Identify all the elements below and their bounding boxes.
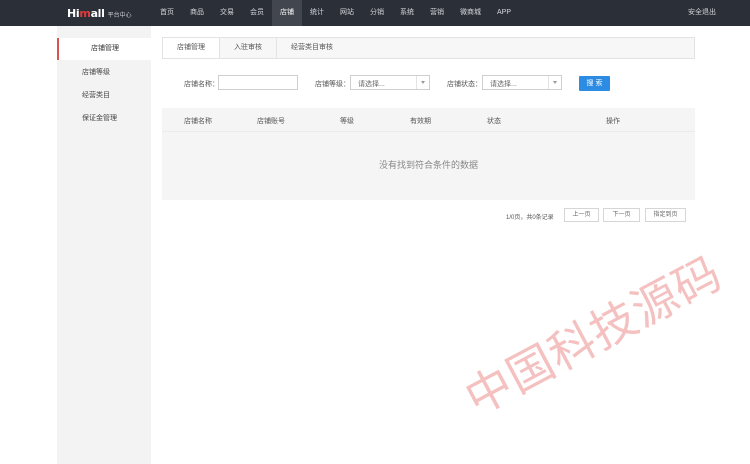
nav-products[interactable]: 商品 [182, 0, 212, 26]
main-nav: 首页 商品 交易 会员 店铺 统计 网站 分销 系统 营销 微商城 APP [152, 0, 519, 26]
nav-trade[interactable]: 交易 [212, 0, 242, 26]
nav-website[interactable]: 网站 [332, 0, 362, 26]
chevron-down-icon [416, 76, 429, 89]
shop-name-label: 店铺名称： [184, 81, 219, 88]
shop-status-value: 请选择... [490, 81, 517, 88]
column-shop-account: 店铺账号 [257, 118, 285, 125]
nav-marketing[interactable]: 营销 [422, 0, 452, 26]
logout-link[interactable]: 安全退出 [688, 0, 716, 26]
shop-level-select[interactable]: 请选择... [350, 75, 430, 90]
tab-bar: 店铺管理 入驻审核 经营类目审核 [162, 37, 695, 59]
shop-name-input[interactable] [218, 75, 298, 90]
nav-statistics[interactable]: 统计 [302, 0, 332, 26]
sidebar-item-deposit[interactable]: 保证金管理 [57, 108, 151, 130]
himall-logo[interactable]: Himall 平台中心 [67, 7, 132, 20]
column-validity: 有效期 [410, 118, 431, 125]
shop-level-label: 店铺等级： [315, 81, 350, 88]
column-status: 状态 [487, 118, 501, 125]
sidebar-item-shop-level[interactable]: 店铺等级 [57, 62, 151, 84]
jump-to-page-button[interactable]: 指定到页 [645, 208, 686, 222]
nav-members[interactable]: 会员 [242, 0, 272, 26]
nav-system[interactable]: 系统 [392, 0, 422, 26]
sidebar-item-shop-management[interactable]: 店铺管理 [57, 38, 151, 60]
sidebar-item-business-category[interactable]: 经营类目 [57, 85, 151, 107]
tab-shop-management[interactable]: 店铺管理 [163, 38, 220, 58]
top-navbar: Himall 平台中心 首页 商品 交易 会员 店铺 统计 网站 分销 系统 营… [0, 0, 750, 26]
table-header: 店铺名称 店铺账号 等级 有效期 状态 操作 [162, 108, 695, 131]
nav-home[interactable]: 首页 [152, 0, 182, 26]
tab-settle-review[interactable]: 入驻审核 [220, 38, 277, 58]
sidebar: 店铺管理 店铺等级 经营类目 保证金管理 [57, 26, 151, 464]
logo-brand: Himall [67, 7, 105, 20]
watermark: 中国科技源码 [456, 245, 731, 426]
shop-status-label: 店铺状态： [447, 81, 482, 88]
nav-wechat-mall[interactable]: 微商城 [452, 0, 489, 26]
prev-page-button[interactable]: 上一页 [564, 208, 599, 222]
column-actions: 操作 [606, 118, 620, 125]
column-level: 等级 [340, 118, 354, 125]
pagination-info: 1/0页，共0条记录 [506, 215, 554, 221]
column-shop-name: 店铺名称 [184, 118, 212, 125]
logo-subtitle: 平台中心 [107, 13, 132, 19]
shop-status-select[interactable]: 请选择... [482, 75, 562, 90]
nav-shops[interactable]: 店铺 [272, 0, 302, 26]
empty-message: 没有找到符合条件的数据 [378, 160, 478, 170]
nav-distribution[interactable]: 分销 [362, 0, 392, 26]
shop-level-value: 请选择... [358, 81, 385, 88]
chevron-down-icon [548, 76, 561, 89]
table-body: 没有找到符合条件的数据 [162, 131, 695, 200]
next-page-button[interactable]: 下一页 [603, 208, 640, 222]
search-button[interactable]: 搜 索 [579, 76, 610, 91]
tab-category-review[interactable]: 经营类目审核 [277, 38, 347, 58]
nav-app[interactable]: APP [489, 0, 519, 26]
